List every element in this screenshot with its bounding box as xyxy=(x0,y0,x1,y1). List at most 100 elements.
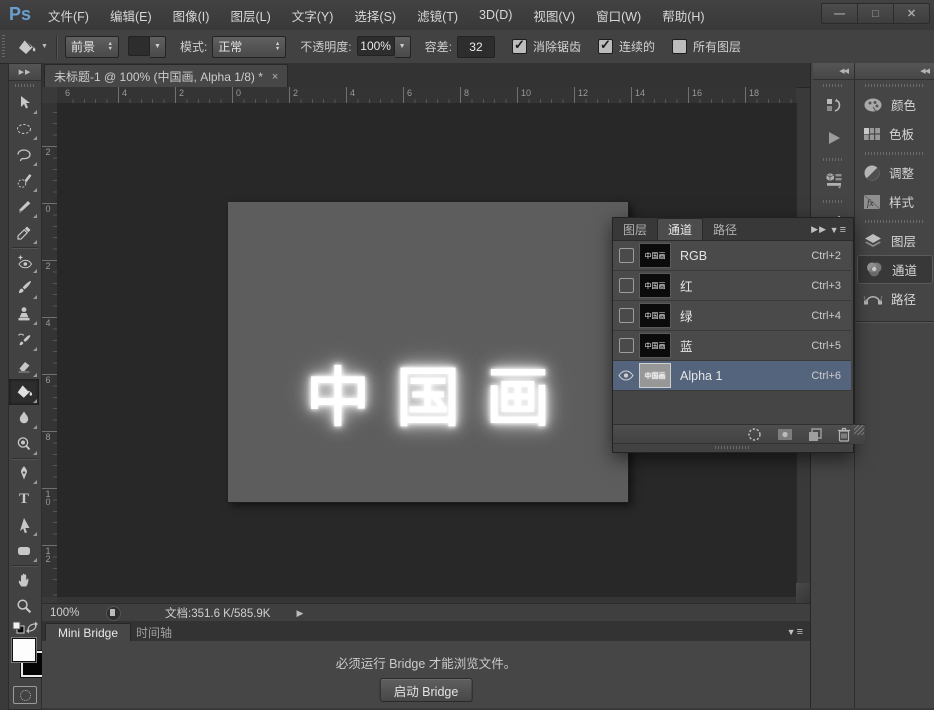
delete-channel-trash-icon[interactable] xyxy=(837,427,851,442)
launch-bridge-button[interactable]: 启动 Bridge xyxy=(380,678,473,702)
menu-item[interactable]: 编辑(E) xyxy=(110,6,152,25)
contiguous-checkbox[interactable] xyxy=(598,39,613,54)
quick-selection-tool[interactable] xyxy=(9,168,39,194)
red-eye-tool[interactable] xyxy=(9,249,39,275)
h-ruler[interactable]: 642024681012141618 xyxy=(57,87,796,104)
blur-tool[interactable] xyxy=(9,405,39,431)
tab-paths[interactable]: 路径 xyxy=(703,219,747,240)
dock-item-swatches[interactable]: 色板 xyxy=(855,119,934,148)
minimize-button[interactable]: — xyxy=(821,3,858,24)
menu-item[interactable]: 选择(S) xyxy=(354,6,396,25)
zoom-tool[interactable] xyxy=(9,593,39,619)
antialias-option[interactable]: 消除锯齿 xyxy=(512,38,581,55)
default-colors-icon[interactable] xyxy=(12,621,25,634)
visibility-toggle[interactable] xyxy=(619,248,634,263)
opacity-value[interactable]: 100% xyxy=(357,36,395,56)
quick-mask-button[interactable] xyxy=(13,686,37,704)
elliptical-marquee-tool[interactable] xyxy=(9,116,39,142)
actions-panel-button[interactable] xyxy=(813,122,854,154)
tab-layers[interactable]: 图层 xyxy=(613,219,657,240)
new-channel-icon[interactable] xyxy=(808,428,822,441)
channel-thumbnail[interactable]: 中国画 xyxy=(639,273,671,298)
path-selection-tool[interactable] xyxy=(9,512,39,538)
load-selection-icon[interactable] xyxy=(747,427,762,442)
visibility-toggle[interactable] xyxy=(619,278,634,293)
all-layers-option[interactable]: 所有图层 xyxy=(672,38,741,55)
paint-bucket-tool[interactable] xyxy=(9,379,39,405)
visibility-toggle[interactable] xyxy=(619,308,634,323)
channel-row-green[interactable]: 中国画 绿 Ctrl+4 xyxy=(613,301,851,331)
slice-tool[interactable] xyxy=(9,194,39,220)
save-selection-icon[interactable] xyxy=(777,428,793,441)
dock-column1-header[interactable]: ◀◀ xyxy=(813,63,854,80)
maximize-button[interactable]: □ xyxy=(858,3,894,24)
menu-item[interactable]: 帮助(H) xyxy=(662,6,704,25)
type-tool[interactable]: T xyxy=(9,486,39,512)
panel-menu-icon[interactable]: ▼≡ xyxy=(830,224,847,236)
hand-tool[interactable] xyxy=(9,567,39,593)
rounded-rectangle-tool[interactable] xyxy=(9,538,39,564)
menu-item[interactable]: 图像(I) xyxy=(173,6,210,25)
antialias-checkbox[interactable] xyxy=(512,39,527,54)
channel-thumbnail[interactable]: 中国画 xyxy=(639,333,671,358)
panel-grip[interactable] xyxy=(865,220,925,223)
active-tool-preview[interactable]: ▼ xyxy=(16,38,48,56)
dock-item-styles[interactable]: fx 样式 xyxy=(855,187,934,216)
channel-thumbnail[interactable]: 中国画 xyxy=(639,303,671,328)
tab-close-icon[interactable]: × xyxy=(272,71,278,83)
fill-source-select[interactable]: 前景 ▲▼ xyxy=(65,36,119,58)
channel-thumbnail[interactable]: 中国画 xyxy=(639,243,671,268)
opacity-dropdown-button[interactable]: ▼ xyxy=(395,36,411,58)
panel-drag-strip[interactable] xyxy=(613,443,851,452)
lasso-tool[interactable] xyxy=(9,142,39,168)
menu-item[interactable]: 文件(F) xyxy=(48,6,89,25)
menu-item[interactable]: 文字(Y) xyxy=(292,6,334,25)
doc-size-icon[interactable] xyxy=(106,606,121,621)
contiguous-option[interactable]: 连续的 xyxy=(598,38,655,55)
tolerance-input[interactable] xyxy=(457,36,495,58)
swap-colors-icon[interactable] xyxy=(25,621,39,634)
all-layers-checkbox[interactable] xyxy=(672,39,687,54)
visibility-toggle[interactable] xyxy=(613,370,639,381)
mode-select[interactable]: 正常 ▲▼ xyxy=(212,36,286,58)
history-panel-button[interactable] xyxy=(813,90,854,122)
panel-grip[interactable] xyxy=(865,152,925,155)
toolbar-grip[interactable] xyxy=(15,84,35,87)
menu-item[interactable]: 视图(V) xyxy=(533,6,575,25)
toolbar-collapse-button[interactable]: ▶▶ xyxy=(9,64,41,81)
panel-grip[interactable] xyxy=(823,84,844,87)
panel-grip[interactable] xyxy=(823,158,844,161)
channel-row-alpha1[interactable]: 中国画 Alpha 1 Ctrl+6 xyxy=(613,361,851,391)
dock-item-color[interactable]: 颜色 xyxy=(855,90,934,119)
dodge-tool[interactable] xyxy=(9,431,39,457)
dock-item-paths[interactable]: 路径 xyxy=(855,284,934,313)
ruler-corner[interactable] xyxy=(42,87,58,104)
menu-item[interactable]: 3D(D) xyxy=(479,8,512,22)
menu-item[interactable]: 窗口(W) xyxy=(596,6,641,25)
menu-item[interactable]: 图层(L) xyxy=(230,6,270,25)
panel-grip[interactable] xyxy=(865,84,925,87)
pattern-dropdown-button[interactable]: ▼ xyxy=(150,36,166,58)
menu-item[interactable]: 滤镜(T) xyxy=(417,6,458,25)
panel-grip[interactable] xyxy=(823,200,844,203)
dock-column2-header[interactable]: ◀◀ xyxy=(855,63,934,80)
eyedropper-tool[interactable] xyxy=(9,220,39,246)
foreground-color-swatch[interactable] xyxy=(12,638,36,662)
pattern-swatch[interactable] xyxy=(128,36,150,56)
zoom-level-field[interactable]: 100% xyxy=(50,607,98,619)
channel-row-blue[interactable]: 中国画 蓝 Ctrl+5 xyxy=(613,331,851,361)
clone-stamp-tool[interactable] xyxy=(9,301,39,327)
tab-timeline[interactable]: 时间轴 xyxy=(124,623,184,641)
options-bar-grip[interactable] xyxy=(2,35,5,58)
panel-menu-icon[interactable]: ▼≡ xyxy=(787,626,804,638)
channel-row-rgb[interactable]: 中国画 RGB Ctrl+2 xyxy=(613,241,851,271)
close-button[interactable]: ✕ xyxy=(894,3,930,24)
dock-item-layers[interactable]: 图层 xyxy=(855,226,934,255)
tab-mini-bridge[interactable]: Mini Bridge xyxy=(45,623,131,642)
v-ruler[interactable]: 2024681012 xyxy=(42,103,58,597)
document-canvas[interactable]: 中国画 xyxy=(228,202,629,503)
brush-tool[interactable] xyxy=(9,275,39,301)
channel-row-red[interactable]: 中国画 红 Ctrl+3 xyxy=(613,271,851,301)
dock-item-channels[interactable]: 通道 xyxy=(857,255,933,284)
tool-presets-panel-button[interactable] xyxy=(813,164,854,196)
